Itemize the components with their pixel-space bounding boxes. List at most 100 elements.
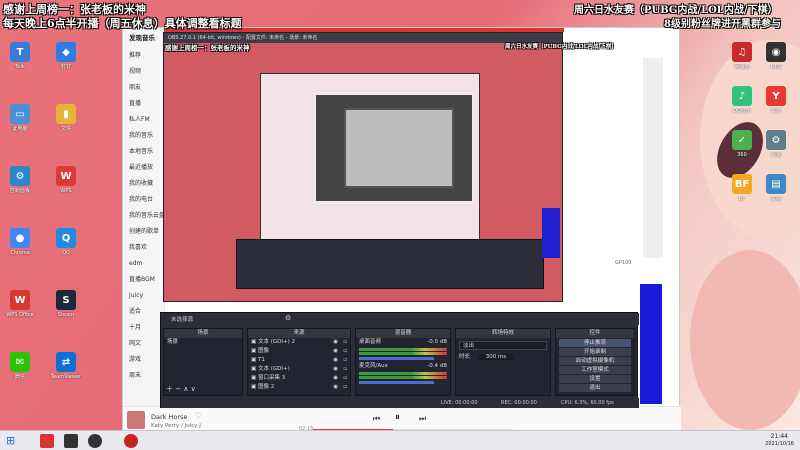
eye-icon[interactable]: ◉ xyxy=(333,383,338,392)
scene-filter-label: 未选择源 xyxy=(171,317,194,323)
mixer-channel-db: -0.4 dB xyxy=(427,363,447,369)
desktop-icon[interactable]: Y 有道 xyxy=(756,86,796,114)
lock-icon[interactable]: ▫ xyxy=(343,347,347,356)
scene-add-icon[interactable]: ＋ − ∧ ∨ xyxy=(166,384,196,394)
sidebar-item[interactable]: 直播 xyxy=(123,96,164,112)
eye-icon[interactable]: ◉ xyxy=(333,338,338,347)
transitions-panel: 转场特效 淡出 时长 300 ms xyxy=(455,328,551,396)
lock-icon[interactable]: ▫ xyxy=(343,383,347,392)
source-item[interactable]: ▣ T1 ◉ ▫ xyxy=(248,356,350,365)
source-item[interactable]: ▣ 图像 ◉ ▫ xyxy=(248,347,350,356)
desktop-icon[interactable]: W WPS xyxy=(46,166,86,194)
desktop-icon[interactable]: Q QQ xyxy=(46,228,86,256)
source-label: 窗口采集 3 xyxy=(257,375,286,381)
play-pause-icon[interactable]: ⏸ xyxy=(395,412,400,423)
mixer-channel: 桌面音频 -0.0 dB xyxy=(356,338,450,360)
music-brand: 发现音乐 xyxy=(129,34,155,42)
volume-meter xyxy=(359,376,447,379)
scene-item[interactable]: 场景 xyxy=(164,338,242,347)
heart-icon[interactable]: ♡ xyxy=(195,411,202,420)
source-item[interactable]: ▣ 文本 (GDI+) 2 ◉ ▫ xyxy=(248,338,350,347)
desktop-icon[interactable]: ◆ 钉钉 xyxy=(46,42,86,70)
sources-header: 来源 xyxy=(248,329,350,338)
windows-start-icon[interactable]: ⊞ xyxy=(6,434,20,448)
right-text: GP100 xyxy=(615,260,632,266)
taskbar-app-icon[interactable] xyxy=(124,434,138,448)
eye-icon[interactable]: ◉ xyxy=(333,347,338,356)
desktop-icon[interactable]: ▭ 此电脑 xyxy=(0,104,40,132)
desktop-icon[interactable]: ▮ 文件 xyxy=(46,104,86,132)
sidebar-item[interactable]: Juicy xyxy=(123,288,164,304)
duration-input[interactable]: 300 ms xyxy=(477,354,515,360)
control-button[interactable]: 启动虚拟摄像机 xyxy=(559,357,631,365)
desktop-icon[interactable]: ● Chrome xyxy=(0,228,40,256)
taskbar-app-icon[interactable] xyxy=(88,434,102,448)
lock-icon[interactable]: ▫ xyxy=(343,374,347,383)
gear-icon[interactable]: ⚙ xyxy=(285,314,291,322)
control-button[interactable]: 设置 xyxy=(559,375,631,383)
transition-select[interactable]: 淡出 xyxy=(459,341,547,350)
desktop-icon-label: 设置 xyxy=(770,152,781,158)
desktop-icon[interactable]: ⇄ TeamViewer xyxy=(46,352,86,380)
source-label: T1 xyxy=(257,357,265,363)
lock-icon[interactable]: ▫ xyxy=(343,356,347,365)
sidebar-item[interactable]: 我喜欢 xyxy=(123,240,164,256)
source-item[interactable]: ▣ 窗口采集 3 ◉ ▫ xyxy=(248,374,350,383)
lock-icon[interactable]: ▫ xyxy=(343,365,347,374)
nested-overlay-right: 周六日水友赛（PUBG内战/LOL内战/下棋） xyxy=(505,44,617,50)
desktop-icon-label: 有道 xyxy=(770,108,781,114)
volume-slider[interactable] xyxy=(359,381,435,384)
sidebar-item[interactable]: 推荐 xyxy=(123,48,164,64)
nested-blue-panel xyxy=(542,208,560,258)
source-item[interactable]: ▣ 图像 2 ◉ ▫ xyxy=(248,383,350,392)
sidebar-item[interactable]: 我的音乐云盘 xyxy=(123,208,164,224)
sidebar-item[interactable]: 视频 xyxy=(123,64,164,80)
source-item[interactable]: ▣ 文本 (GDI+) ◉ ▫ xyxy=(248,365,350,374)
app-icon: ⚙ xyxy=(766,130,786,150)
control-button[interactable]: 停止推流 xyxy=(559,339,631,347)
desktop-icon[interactable]: ⚙ 设置 xyxy=(756,130,796,158)
nested-panels xyxy=(236,239,544,289)
desktop-icon[interactable]: ▤ 文档 xyxy=(756,174,796,202)
desktop-icon-label: TeamViewer xyxy=(50,374,82,380)
eye-icon[interactable]: ◉ xyxy=(333,365,338,374)
lock-icon[interactable]: ▫ xyxy=(343,338,347,347)
control-button[interactable]: 开始录制 xyxy=(559,348,631,356)
app-icon: ▭ xyxy=(10,104,30,124)
desktop-icon[interactable]: S Steam xyxy=(46,290,86,318)
sidebar-item[interactable]: 十月 xyxy=(123,320,164,336)
source-type-icon: ▣ xyxy=(251,357,258,363)
sidebar-item[interactable]: 我的收藏 xyxy=(123,176,164,192)
sidebar-item[interactable]: 我的音乐 xyxy=(123,128,164,144)
album-cover[interactable] xyxy=(127,411,145,429)
desktop-icon[interactable]: ◉ OBS xyxy=(756,42,796,70)
desktop-icon[interactable]: W WPS Office xyxy=(0,290,40,318)
control-button[interactable]: 退出 xyxy=(559,384,631,392)
sidebar-item[interactable]: 朋友 xyxy=(123,80,164,96)
desktop-icon[interactable]: T Tolk xyxy=(0,42,40,70)
desktop-icon[interactable]: ✉ 微信 xyxy=(0,352,40,380)
sidebar-item[interactable]: edm xyxy=(123,256,164,272)
sidebar-item[interactable]: 网文 xyxy=(123,336,164,352)
taskbar-app-icon[interactable] xyxy=(64,434,78,448)
control-button[interactable]: 工作室模式 xyxy=(559,366,631,374)
eye-icon[interactable]: ◉ xyxy=(333,374,338,383)
sidebar-item[interactable]: 本地音乐 xyxy=(123,144,164,160)
obs-main-window: 未选择源 ⚙ 场景 场景 ＋ − ∧ ∨ 来源 ▣ 文本 (GDI+) 2 ◉ ▫ ▣… xyxy=(160,312,639,408)
sidebar-item[interactable]: 我的电台 xyxy=(123,192,164,208)
taskbar-app-icon[interactable] xyxy=(40,434,54,448)
eye-icon[interactable]: ◉ xyxy=(333,356,338,365)
overlay-top-right-2: 8级别粉丝牌进开黑群参与 xyxy=(664,19,781,30)
volume-slider[interactable] xyxy=(359,357,435,360)
sidebar-item[interactable]: 直播BGM xyxy=(123,272,164,288)
sidebar-item[interactable]: 私人FM xyxy=(123,112,164,128)
sidebar-item[interactable]: 周末 xyxy=(123,368,164,384)
sidebar-item[interactable]: 最近播放 xyxy=(123,160,164,176)
sidebar-item[interactable]: 游戏 xyxy=(123,352,164,368)
next-icon[interactable]: ⏭ xyxy=(419,414,426,424)
sidebar-item[interactable]: 适合 xyxy=(123,304,164,320)
desktop-icon[interactable]: ⚙ 控制面板 xyxy=(0,166,40,194)
prev-icon[interactable]: ⏮ xyxy=(373,414,380,424)
sidebar-item[interactable]: 创建的歌单 xyxy=(123,224,164,240)
volume-meter xyxy=(359,352,447,355)
